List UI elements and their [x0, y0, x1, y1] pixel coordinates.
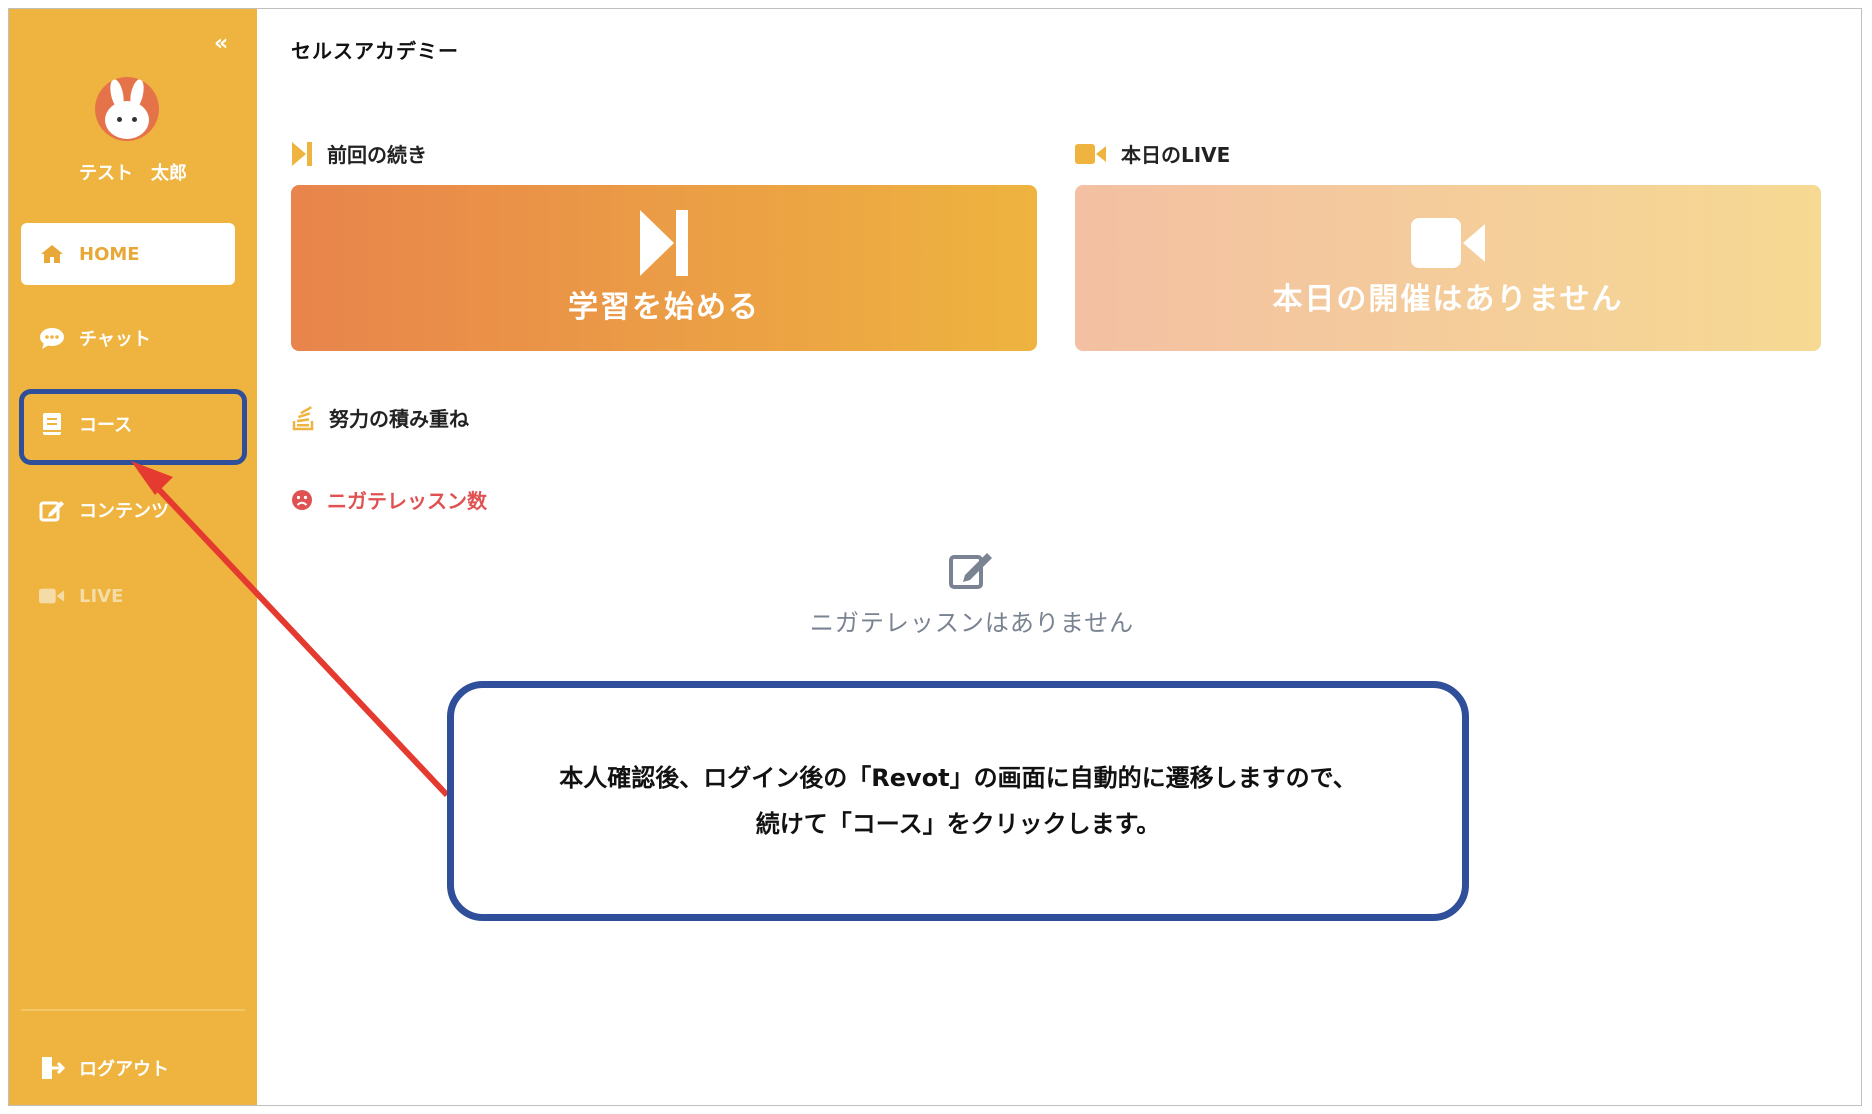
app-window: « テスト 太郎 HOME チャット コース コンテンツ LIVE ログアウト …	[8, 8, 1862, 1106]
annotation-callout: 本人確認後、ログイン後の「Revot」の画面に自動的に遷移しますので、 続けて「…	[447, 681, 1469, 921]
callout-line-2: 続けて「コース」をクリックします。	[755, 810, 1161, 838]
callout-line-1: 本人確認後、ログイン後の「Revot」の画面に自動的に遷移しますので、	[559, 764, 1357, 792]
annotation-arrow	[131, 461, 450, 798]
